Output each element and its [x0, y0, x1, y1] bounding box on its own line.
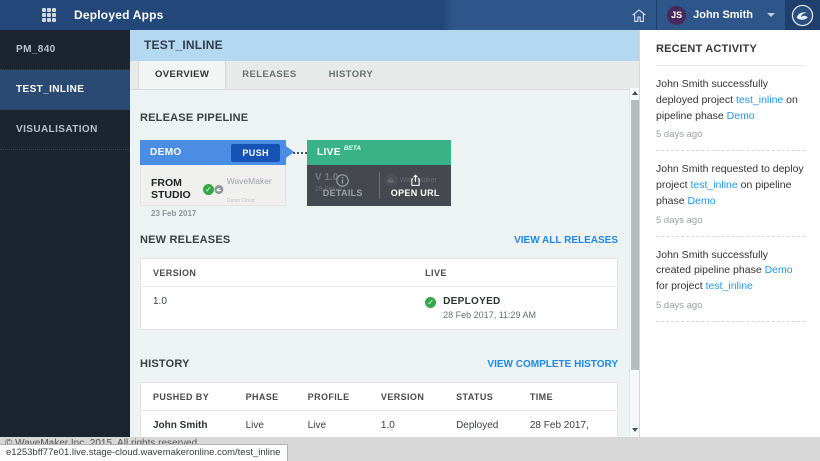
- col-version: VERSION: [141, 259, 418, 287]
- history-status: Deployed: [448, 411, 522, 438]
- open-url-button[interactable]: OPEN URL: [380, 165, 452, 206]
- phase-link[interactable]: Demo: [688, 195, 716, 207]
- check-circle-icon: ✓: [425, 297, 436, 308]
- demo-deploy-date: 23 Feb 2017: [151, 209, 277, 218]
- history-time: 28 Feb 2017,: [522, 411, 618, 438]
- project-link[interactable]: test_inline: [706, 280, 753, 292]
- release-version: 1.0: [141, 287, 418, 330]
- live-hover-overlay: DETAILS OPEN URL: [307, 165, 451, 206]
- release-time: 28 Feb 2017, 11:29 AM: [443, 310, 536, 320]
- view-complete-history-link[interactable]: VIEW COMPLETE HISTORY: [487, 359, 618, 370]
- demo-phase-body: FROM STUDIO ✓ WaveMaker Demo Cloud: [140, 165, 286, 206]
- col-time: TIME: [522, 383, 618, 411]
- scrollbar-thumb[interactable]: [631, 100, 639, 370]
- history-heading: HISTORY: [140, 358, 190, 370]
- sidebar-item-test-inline[interactable]: TEST_INLINE: [0, 70, 130, 110]
- sidebar-item-visualisation[interactable]: VISUALISATION: [0, 110, 130, 150]
- activity-text: John Smith requested to deploy project t…: [656, 162, 805, 209]
- scroll-down-icon[interactable]: [630, 425, 639, 435]
- home-icon[interactable]: [622, 0, 656, 30]
- project-link[interactable]: test_inline: [690, 179, 737, 191]
- history-phase: Live: [238, 411, 300, 438]
- list-item: John Smith requested to deploy project t…: [656, 151, 805, 236]
- live-phase-name: LIVE: [317, 147, 341, 158]
- history-profile-link[interactable]: Live: [300, 411, 373, 438]
- page-title: TEST_INLINE: [130, 30, 639, 61]
- live-phase-header: LIVE BETA: [307, 140, 451, 165]
- demo-phase-name: DEMO: [150, 147, 182, 158]
- new-releases-heading: NEW RELEASES: [140, 234, 230, 246]
- activity-timestamp: 5 days ago: [656, 215, 805, 226]
- phase-link[interactable]: Demo: [727, 110, 755, 122]
- chevron-down-icon: [767, 13, 775, 17]
- tab-overview[interactable]: OVERVIEW: [138, 61, 226, 89]
- apps-grid-icon[interactable]: [42, 8, 56, 22]
- push-button[interactable]: PUSH: [231, 144, 280, 162]
- phase-link[interactable]: Demo: [765, 264, 793, 276]
- table-row: John Smith Live Live 1.0 Deployed 28 Feb…: [141, 411, 618, 438]
- col-version: VERSION: [373, 383, 448, 411]
- avatar: JS: [667, 6, 686, 25]
- live-phase-body: V 1.0 28 Feb 2... WaveMaker: [307, 165, 451, 206]
- footer: © WaveMaker Inc. 2015. All rights reserv…: [0, 437, 820, 461]
- beta-badge: BETA: [344, 145, 361, 152]
- tab-history[interactable]: HISTORY: [313, 61, 390, 89]
- details-button[interactable]: DETAILS: [307, 165, 379, 206]
- release-pipeline: DEMO PUSH FROM STUDIO ✓: [140, 140, 618, 206]
- topbar-right: JS John Smith: [622, 0, 820, 30]
- from-studio-label: FROM STUDIO: [151, 177, 198, 201]
- main-scrollbar[interactable]: [629, 88, 639, 437]
- col-status: STATUS: [448, 383, 522, 411]
- list-item: John Smith successfully deployed project…: [656, 66, 805, 151]
- history-version: 1.0: [373, 411, 448, 438]
- info-icon: [336, 174, 349, 187]
- brand-name: WaveMaker: [227, 176, 272, 186]
- demo-phase-card: DEMO PUSH FROM STUDIO ✓: [140, 140, 286, 206]
- recent-activity-panel: RECENT ACTIVITY John Smith successfully …: [639, 30, 820, 437]
- user-menu[interactable]: JS John Smith: [657, 0, 785, 30]
- col-pushed-by: PUSHED BY: [141, 383, 238, 411]
- release-status: DEPLOYED: [443, 296, 536, 307]
- user-name: John Smith: [693, 9, 753, 21]
- table-row: 1.0 ✓ DEPLOYED 28 Feb 2017, 11:29 AM: [141, 287, 618, 330]
- col-live: LIVE: [417, 259, 617, 287]
- activity-timestamp: 5 days ago: [656, 300, 805, 311]
- project-link[interactable]: test_inline: [736, 94, 783, 106]
- history-pushed-by: John Smith: [141, 411, 238, 438]
- activity-timestamp: 5 days ago: [656, 129, 805, 140]
- brand-subtitle: Demo Cloud: [227, 198, 255, 204]
- brand-block: [785, 0, 820, 30]
- main-panel: TEST_INLINE OVERVIEW RELEASES HISTORY RE…: [130, 30, 639, 437]
- view-all-releases-link[interactable]: VIEW ALL RELEASES: [514, 235, 618, 246]
- col-profile: PROFILE: [300, 383, 373, 411]
- col-phase: PHASE: [238, 383, 300, 411]
- check-circle-icon: ✓: [203, 184, 214, 195]
- sidebar-item-pm-840[interactable]: PM_840: [0, 30, 130, 70]
- demo-brand: WaveMaker Demo Cloud: [214, 171, 277, 207]
- release-pipeline-heading: RELEASE PIPELINE: [140, 112, 618, 124]
- status-url-bar: e1253bff77e01.live.stage-cloud.wavemaker…: [0, 444, 288, 461]
- list-item: John Smith successfully created pipeline…: [656, 237, 805, 322]
- topbar: Deployed Apps JS John Smith: [0, 0, 820, 30]
- demo-phase-header: DEMO PUSH: [140, 140, 286, 165]
- activity-text: John Smith successfully deployed project…: [656, 77, 805, 124]
- app-title: Deployed Apps: [74, 8, 164, 22]
- recent-activity-heading: RECENT ACTIVITY: [656, 43, 805, 66]
- activity-text: John Smith successfully created pipeline…: [656, 248, 805, 295]
- live-phase-card: LIVE BETA V 1.0 28 Feb 2...: [307, 140, 451, 206]
- wavemaker-logo-icon: [791, 4, 814, 27]
- deployed-apps-window: Deployed Apps JS John Smith PM_84: [0, 0, 820, 461]
- tab-releases[interactable]: RELEASES: [226, 61, 312, 89]
- tab-bar: OVERVIEW RELEASES HISTORY: [130, 61, 639, 90]
- wavemaker-logo-icon: [214, 182, 224, 197]
- overview-content: RELEASE PIPELINE DEMO PUSH FROM STUDIO ✓: [130, 90, 639, 437]
- history-table: PUSHED BY PHASE PROFILE VERSION STATUS T…: [140, 382, 618, 437]
- scroll-up-icon[interactable]: [630, 88, 639, 98]
- sidebar: PM_840 TEST_INLINE VISUALISATION: [0, 30, 130, 437]
- open-url-icon: [409, 174, 422, 187]
- new-releases-table: VERSION LIVE 1.0 ✓ DEPLOYED 28 Feb 2017: [140, 258, 618, 330]
- pipeline-arrow-icon: [286, 146, 294, 158]
